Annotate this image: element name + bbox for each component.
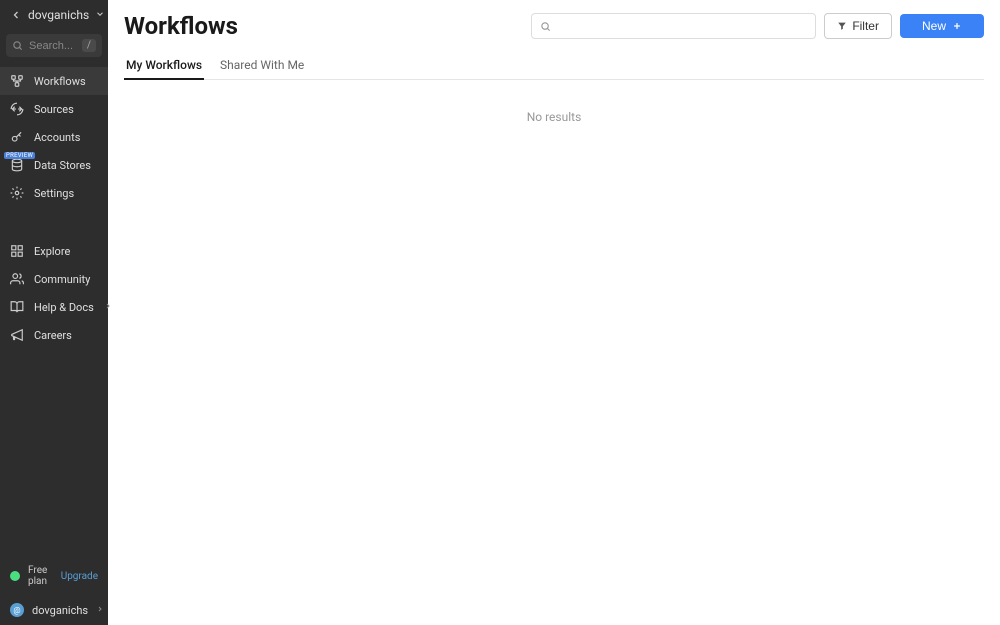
- user-name: dovganichs: [32, 604, 88, 617]
- avatar: @: [10, 603, 24, 617]
- nav-label: Settings: [34, 187, 74, 200]
- search-input[interactable]: [29, 40, 76, 52]
- grid-icon: [10, 244, 24, 258]
- nav-label: Explore: [34, 245, 70, 258]
- upgrade-link[interactable]: Upgrade: [61, 571, 98, 582]
- sidebar-item-accounts[interactable]: Accounts: [0, 123, 108, 151]
- database-icon: [10, 158, 24, 172]
- new-button[interactable]: New: [900, 14, 984, 38]
- user-menu[interactable]: @ dovganichs: [0, 595, 108, 625]
- search-icon: [540, 21, 551, 32]
- nav-label: Data Stores: [34, 159, 91, 172]
- megaphone-icon: [10, 328, 24, 342]
- gear-icon: [10, 186, 24, 200]
- sidebar-item-settings[interactable]: Settings: [0, 179, 108, 207]
- tabs: My Workflows Shared With Me: [124, 52, 984, 80]
- book-icon: [10, 300, 24, 314]
- plan-info: Free plan Upgrade: [0, 557, 108, 595]
- workflow-search[interactable]: [531, 13, 816, 39]
- sidebar-item-community[interactable]: Community: [0, 265, 108, 293]
- tab-shared-with-me[interactable]: Shared With Me: [218, 52, 306, 80]
- chevron-right-icon: [104, 302, 112, 312]
- nav-label: Careers: [34, 329, 72, 342]
- chevron-down-icon[interactable]: [95, 9, 105, 21]
- plus-icon: [952, 21, 962, 31]
- sidebar-search[interactable]: /: [6, 34, 102, 57]
- plan-label: Free plan: [28, 565, 53, 587]
- sidebar-item-data-stores[interactable]: PREVIEW Data Stores: [0, 151, 108, 179]
- workspace-switcher[interactable]: dovganichs: [0, 0, 108, 30]
- nav-secondary: Explore Community Help & Docs Careers: [0, 237, 108, 349]
- tab-my-workflows[interactable]: My Workflows: [124, 52, 204, 80]
- main-content: Workflows Filter New My Workflows Shared…: [108, 0, 1000, 625]
- sidebar-item-workflows[interactable]: Workflows: [0, 67, 108, 95]
- nav-primary: Workflows Sources Accounts PREVIEW Data …: [0, 67, 108, 207]
- nav-label: Workflows: [34, 75, 86, 88]
- sidebar: dovganichs / Workflows Sources: [0, 0, 108, 625]
- sidebar-footer: Free plan Upgrade @ dovganichs: [0, 557, 108, 625]
- filter-label: Filter: [852, 19, 879, 33]
- page-title: Workflows: [124, 12, 238, 40]
- workflow-search-input[interactable]: [557, 19, 807, 33]
- nav-label: Accounts: [34, 131, 80, 144]
- nav-label: Help & Docs: [34, 301, 94, 314]
- search-icon: [12, 40, 23, 51]
- sidebar-item-careers[interactable]: Careers: [0, 321, 108, 349]
- filter-button[interactable]: Filter: [824, 13, 892, 39]
- page-header: Workflows Filter New: [124, 12, 984, 40]
- nav-label: Sources: [34, 103, 74, 116]
- search-shortcut: /: [82, 39, 96, 52]
- sidebar-item-sources[interactable]: Sources: [0, 95, 108, 123]
- key-icon: [10, 130, 24, 144]
- preview-badge: PREVIEW: [4, 152, 35, 159]
- sidebar-item-explore[interactable]: Explore: [0, 237, 108, 265]
- community-icon: [10, 272, 24, 286]
- workflows-icon: [10, 74, 24, 88]
- chevron-right-icon: [96, 605, 104, 615]
- plan-status-dot: [10, 571, 20, 581]
- new-label: New: [922, 19, 946, 33]
- sources-icon: [10, 102, 24, 116]
- filter-icon: [837, 21, 847, 31]
- empty-state: No results: [124, 80, 984, 154]
- nav-label: Community: [34, 273, 90, 286]
- back-icon[interactable]: [10, 8, 22, 22]
- sidebar-item-help[interactable]: Help & Docs: [0, 293, 108, 321]
- workspace-name: dovganichs: [28, 8, 89, 22]
